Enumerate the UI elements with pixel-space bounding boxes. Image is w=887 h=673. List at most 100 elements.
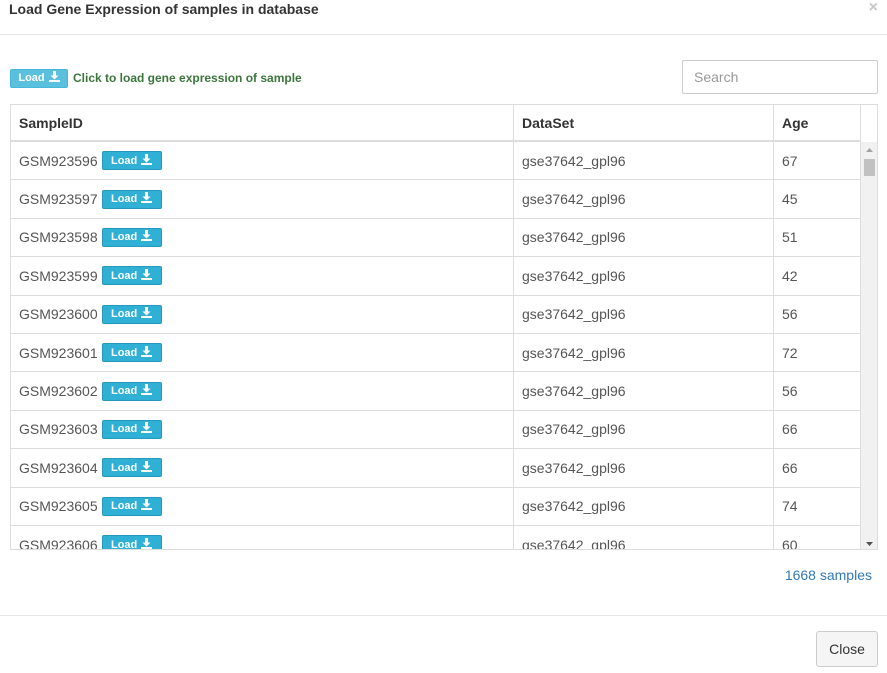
table-row: GSM923600 Load gse37642_gpl96 56	[11, 295, 861, 334]
cell-dataset: gse37642_gpl96	[514, 487, 774, 525]
table-row: GSM923606 Load gse37642_gpl96 60	[11, 525, 861, 550]
download-icon	[141, 422, 153, 436]
table-row: GSM923598 Load gse37642_gpl96 51	[11, 218, 861, 258]
scroll-down-arrow-icon[interactable]	[861, 536, 877, 549]
sample-count: 1668 samples	[784, 567, 872, 583]
sample-id: GSM923599	[19, 267, 98, 284]
download-icon	[48, 71, 60, 85]
download-icon	[141, 153, 153, 168]
column-header-age[interactable]: Age	[774, 105, 861, 140]
cell-age: 60	[774, 525, 861, 549]
close-button[interactable]: Close	[816, 631, 878, 667]
table-row: GSM923599 Load gse37642_gpl96 42	[11, 257, 861, 296]
dialog-header: Load Gene Expression of samples in datab…	[0, 0, 887, 35]
close-icon[interactable]: ×	[869, 0, 878, 17]
load-button-label: Load	[110, 461, 138, 474]
cell-sampleid: GSM923598 Load	[11, 218, 514, 257]
scrollbar-thumb[interactable]	[864, 159, 875, 176]
sample-id: GSM923600	[19, 306, 98, 323]
load-button-label: Load	[110, 538, 138, 550]
column-header-dataset[interactable]: DataSet	[514, 105, 774, 140]
cell-dataset: gse37642_gpl96	[514, 333, 774, 372]
load-button[interactable]: Load	[101, 381, 162, 401]
cell-sampleid: GSM923596 Load	[11, 142, 514, 180]
table-header: SampleID DataSet Age	[11, 105, 861, 142]
cell-sampleid: GSM923606 Load	[11, 525, 514, 550]
sample-id: GSM923604	[19, 459, 98, 476]
sample-id: GSM923597	[19, 191, 98, 208]
download-icon	[141, 307, 153, 321]
sample-id: GSM923606	[19, 536, 98, 550]
cell-age: 51	[774, 218, 861, 257]
cell-age: 66	[774, 410, 861, 449]
load-button-label: Load	[110, 346, 138, 359]
column-header-sampleid[interactable]: SampleID	[11, 105, 514, 140]
load-button-label: Load	[110, 423, 138, 436]
cell-dataset: gse37642_gpl96	[514, 372, 774, 410]
cell-age: 56	[774, 372, 861, 410]
cell-age: 72	[774, 333, 861, 372]
load-button-label: Load	[110, 385, 138, 398]
hint-text: Click to load gene expression of sample	[73, 71, 302, 85]
load-button-label: Load	[110, 231, 138, 244]
samples-table: SampleID DataSet Age GSM923596 Load gse376…	[10, 104, 878, 550]
cell-age: 45	[774, 180, 861, 218]
download-icon	[141, 384, 153, 398]
load-button[interactable]: Load	[101, 496, 162, 516]
load-button-label: Load	[110, 154, 138, 167]
cell-dataset: gse37642_gpl96	[514, 525, 774, 549]
cell-sampleid: GSM923605 Load	[11, 487, 514, 525]
table-row: GSM923604 Load gse37642_gpl96 66	[11, 449, 861, 488]
dialog-footer: Close	[0, 615, 887, 673]
table-row: GSM923601 Load gse37642_gpl96 72	[11, 333, 861, 373]
load-button[interactable]: Load	[101, 343, 162, 363]
cell-sampleid: GSM923600 Load	[11, 295, 514, 333]
load-button[interactable]: Load	[101, 189, 162, 209]
load-button[interactable]: Load	[101, 151, 162, 171]
load-hint: Load Click to load gene expression of sa…	[10, 68, 302, 88]
table-row: GSM923597 Load gse37642_gpl96 45	[11, 180, 861, 219]
table-row: GSM923602 Load gse37642_gpl96 56	[11, 372, 861, 411]
table-row: GSM923596 Load gse37642_gpl96 67	[11, 142, 861, 181]
search-input[interactable]	[682, 60, 878, 94]
download-icon	[141, 499, 153, 513]
cell-age: 74	[774, 487, 861, 525]
cell-sampleid: GSM923603 Load	[11, 410, 514, 449]
cell-sampleid: GSM923599 Load	[11, 257, 514, 295]
table-body: GSM923596 Load gse37642_gpl96 67 GSM923597 Lo…	[11, 142, 861, 550]
cell-dataset: gse37642_gpl96	[514, 449, 774, 487]
sample-id: GSM923598	[19, 229, 98, 246]
sample-id: GSM923603	[19, 421, 98, 438]
cell-sampleid: GSM923601 Load	[11, 333, 514, 372]
sample-id: GSM923605	[19, 498, 98, 515]
cell-dataset: gse37642_gpl96	[514, 218, 774, 257]
load-button-label: Load	[110, 308, 138, 321]
cell-age: 66	[774, 449, 861, 487]
download-icon	[141, 460, 153, 475]
load-button[interactable]: Load	[101, 304, 162, 324]
load-button-label: Load	[110, 193, 138, 206]
load-button-label: Load	[110, 500, 138, 513]
load-button[interactable]: Load	[101, 458, 162, 478]
download-icon	[141, 230, 153, 244]
download-icon	[141, 537, 153, 549]
load-button-label: Load	[110, 269, 138, 282]
scroll-up-arrow-icon[interactable]	[861, 142, 877, 157]
cell-dataset: gse37642_gpl96	[514, 142, 774, 180]
load-button[interactable]: Load	[101, 419, 162, 439]
table-row: GSM923603 Load gse37642_gpl96 66	[11, 410, 861, 450]
sample-id: GSM923601	[19, 344, 98, 361]
load-button[interactable]: Load	[101, 227, 162, 247]
dialog-title: Load Gene Expression of samples in datab…	[9, 1, 319, 17]
cell-dataset: gse37642_gpl96	[514, 180, 774, 218]
cell-sampleid: GSM923597 Load	[11, 180, 514, 218]
download-icon	[141, 192, 153, 206]
table-row: GSM923605 Load gse37642_gpl96 74	[11, 487, 861, 526]
load-button[interactable]: Load	[101, 266, 162, 286]
hint-load-button: Load	[10, 68, 68, 88]
cell-sampleid: GSM923604 Load	[11, 449, 514, 487]
table-scrollbar[interactable]	[861, 142, 877, 549]
load-button[interactable]: Load	[101, 535, 162, 550]
cell-sampleid: GSM923602 Load	[11, 372, 514, 410]
cell-age: 67	[774, 142, 861, 180]
